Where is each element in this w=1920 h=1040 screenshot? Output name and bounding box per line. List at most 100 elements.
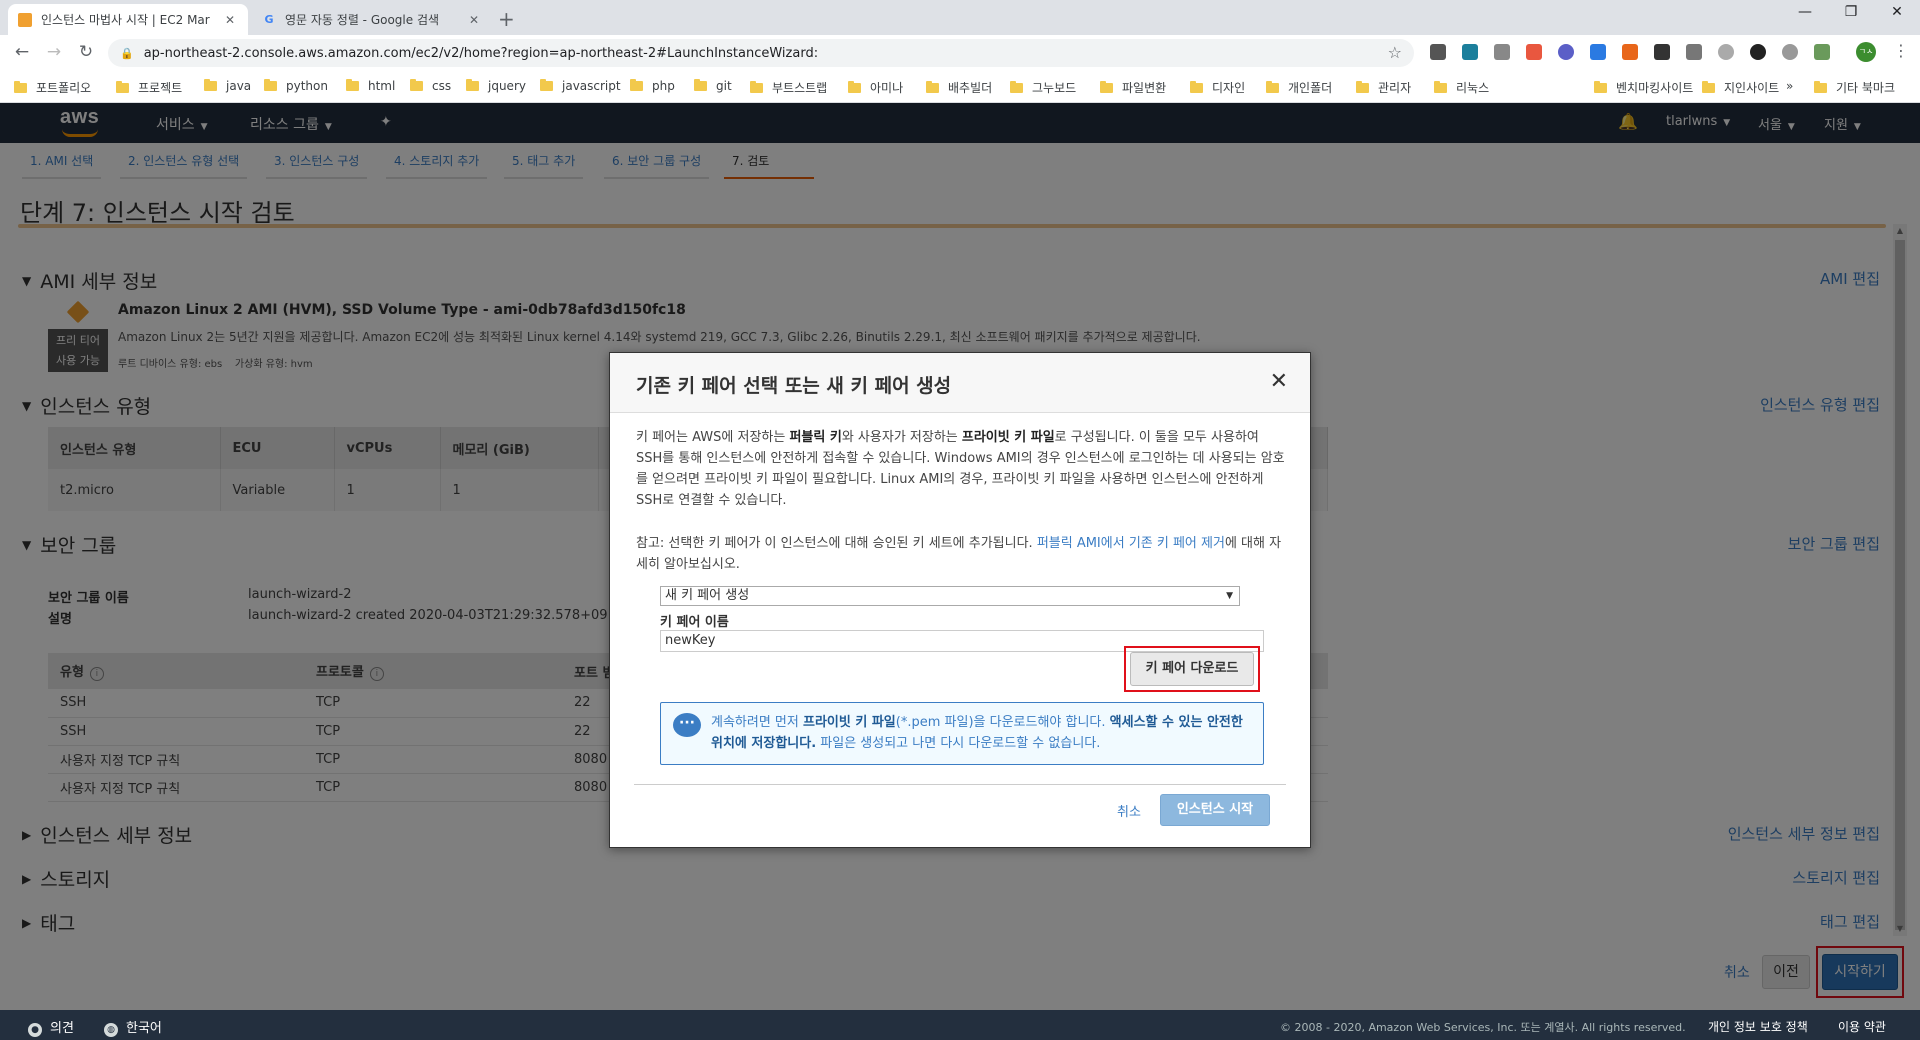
bookmark-folder[interactable]: 디자인 [1190,79,1245,96]
terms-link[interactable]: 이용 약관 [1838,1018,1886,1035]
forward-icon[interactable]: → [42,42,66,62]
extension-icon[interactable] [1750,44,1766,60]
folder-icon [1266,80,1279,93]
bookmark-folder[interactable]: 개인폴더 [1266,79,1332,96]
folder-icon [694,79,707,91]
download-key-pair-button[interactable]: 키 페어 다운로드 [1130,652,1254,686]
extension-icon[interactable] [1622,44,1638,60]
window-close-icon[interactable]: ✕ [1874,4,1920,20]
tab-close-icon[interactable]: ✕ [222,13,238,27]
folder-icon [1010,80,1023,93]
info-alert-text: 계속하려면 먼저 프라이빗 키 파일(*.pem 파일)을 다운로드해야 합니다… [711,715,1243,751]
bookmark-folder[interactable]: python [264,79,328,93]
close-icon[interactable]: ✕ [1270,369,1288,394]
bookmark-folder[interactable]: jquery [466,79,526,93]
bookmark-star-icon[interactable]: ☆ [1388,43,1402,62]
bookmark-folder[interactable]: css [410,79,451,93]
folder-icon [1434,80,1447,93]
folder-icon [750,80,763,93]
key-pair-dialog: 기존 키 페어 선택 또는 새 키 페어 생성 ✕ 키 페어는 AWS에 저장하… [609,352,1311,848]
extension-icon[interactable] [1430,44,1446,60]
launch-instance-button[interactable]: 인스턴스 시작 [1160,794,1270,826]
bookmark-folder[interactable]: 포트폴리오 [14,79,91,96]
bookmark-folder[interactable]: 아미나 [848,79,903,96]
extension-icon[interactable] [1718,44,1734,60]
bookmark-folder[interactable]: 그누보드 [1010,79,1076,96]
folder-icon [1594,80,1607,93]
folder-icon [264,79,277,91]
camera-icon[interactable] [1686,44,1702,60]
browser-tab-google[interactable]: G 영문 자동 정렬 - Google 검색 ✕ [252,4,492,35]
bookmark-folder[interactable]: 부트스트랩 [750,79,827,96]
profile-avatar[interactable]: ㄱㅅ [1856,42,1876,62]
dialog-description: 키 페어는 AWS에 저장하는 퍼블릭 키와 사용자가 저장하는 프라이빗 키 … [636,430,1285,508]
extension-icon[interactable] [1526,44,1542,60]
folder-icon [1356,80,1369,93]
folder-icon [410,79,423,91]
dialog-cancel-link[interactable]: 취소 [1117,801,1141,820]
other-bookmarks[interactable]: 기타 북마크 [1814,79,1895,96]
folder-icon [1702,80,1715,93]
bookmark-folder[interactable]: 파일변환 [1100,79,1166,96]
browser-tabstrip: 인스턴스 마법사 시작 | EC2 Mar ✕ G 영문 자동 정렬 - Goo… [0,0,1920,35]
bookmark-folder[interactable]: 배추빌더 [926,79,992,96]
bookmark-folder[interactable]: java [204,79,251,93]
chat-bubble-icon: ··· [673,713,701,737]
minimize-icon[interactable]: — [1782,4,1828,20]
bookmark-folder[interactable]: 프로젝트 [116,79,182,96]
browser-tab-active[interactable]: 인스턴스 마법사 시작 | EC2 Mar ✕ [8,4,248,35]
bookmark-folder[interactable]: git [694,79,732,93]
feedback-link[interactable]: ● 의견 [28,1017,74,1037]
aws-favicon-icon [18,12,32,27]
privacy-link[interactable]: 개인 정보 보호 정책 [1708,1018,1808,1035]
url-input[interactable]: 🔒 ap-northeast-2.console.aws.amazon.com/… [108,39,1414,67]
reload-icon[interactable]: ↻ [74,42,98,62]
extension-icon[interactable] [1782,44,1798,60]
dropdown-arrow-icon: ▼ [1226,591,1233,601]
folder-icon [926,80,939,93]
restore-icon[interactable]: ❐ [1828,4,1874,20]
folder-icon [346,79,359,91]
bookmark-folder[interactable]: php [630,79,675,93]
feedback-icon: ● [28,1023,42,1037]
folder-icon [466,79,479,91]
dialog-title: 기존 키 페어 선택 또는 새 키 페어 생성 [636,375,952,397]
bookmark-folder[interactable]: 지인사이트 [1702,79,1779,96]
copyright-text: © 2008 - 2020, Amazon Web Services, Inc.… [1280,1021,1686,1034]
bookmarks-bar: 포트폴리오 프로젝트 java python html css jquery j… [0,71,1920,103]
extension-icon[interactable] [1590,44,1606,60]
dialog-header: 기존 키 페어 선택 또는 새 키 페어 생성 ✕ [610,353,1310,413]
bookmark-folder[interactable]: javascript [540,79,621,93]
new-tab-icon[interactable]: + [498,7,515,31]
dialog-note: 참고: 선택한 키 페어가 이 인스턴스에 대해 승인된 키 세트에 추가됩니다… [636,536,1282,572]
back-icon[interactable]: ← [10,42,34,62]
google-favicon-icon: G [264,13,274,26]
extension-icon[interactable] [1494,44,1510,60]
tab-close-icon[interactable]: ✕ [466,13,482,27]
tab-title: 인스턴스 마법사 시작 | EC2 Mar [41,13,210,27]
lock-icon: 🔒 [120,46,134,60]
extension-icon[interactable] [1558,44,1574,60]
extension-icon[interactable] [1814,44,1830,60]
info-alert: ··· 계속하려면 먼저 프라이빗 키 파일(*.pem 파일)을 다운로드해야… [660,702,1264,765]
language-selector[interactable]: ◍ 한국어 [104,1017,162,1037]
globe-icon: ◍ [104,1023,118,1037]
bookmark-folder[interactable]: html [346,79,395,93]
extension-icon[interactable] [1654,44,1670,60]
folder-icon [848,80,861,93]
bookmarks-overflow[interactable]: » [1786,79,1793,93]
console-footer: ● 의견 ◍ 한국어 © 2008 - 2020, Amazon Web Servi… [0,1010,1920,1040]
browser-menu-icon[interactable]: ⋮ [1893,41,1909,60]
bookmark-folder[interactable]: 관리자 [1356,79,1411,96]
key-pair-option-select[interactable]: 새 키 페어 생성 ▼ [660,586,1240,606]
address-bar: ← → ↻ 🔒 ap-northeast-2.console.aws.amazo… [0,35,1920,71]
folder-icon [14,80,27,93]
bookmark-folder[interactable]: 벤치마킹사이트 [1594,79,1693,96]
folder-icon [540,79,553,91]
bookmark-folder[interactable]: 리눅스 [1434,79,1489,96]
folder-icon [204,79,217,91]
folder-icon [1190,80,1203,93]
remove-key-pair-link[interactable]: 퍼블릭 AMI에서 기존 키 페어 제거 [1037,536,1225,551]
extension-icon[interactable] [1462,44,1478,60]
folder-icon [1814,80,1827,93]
